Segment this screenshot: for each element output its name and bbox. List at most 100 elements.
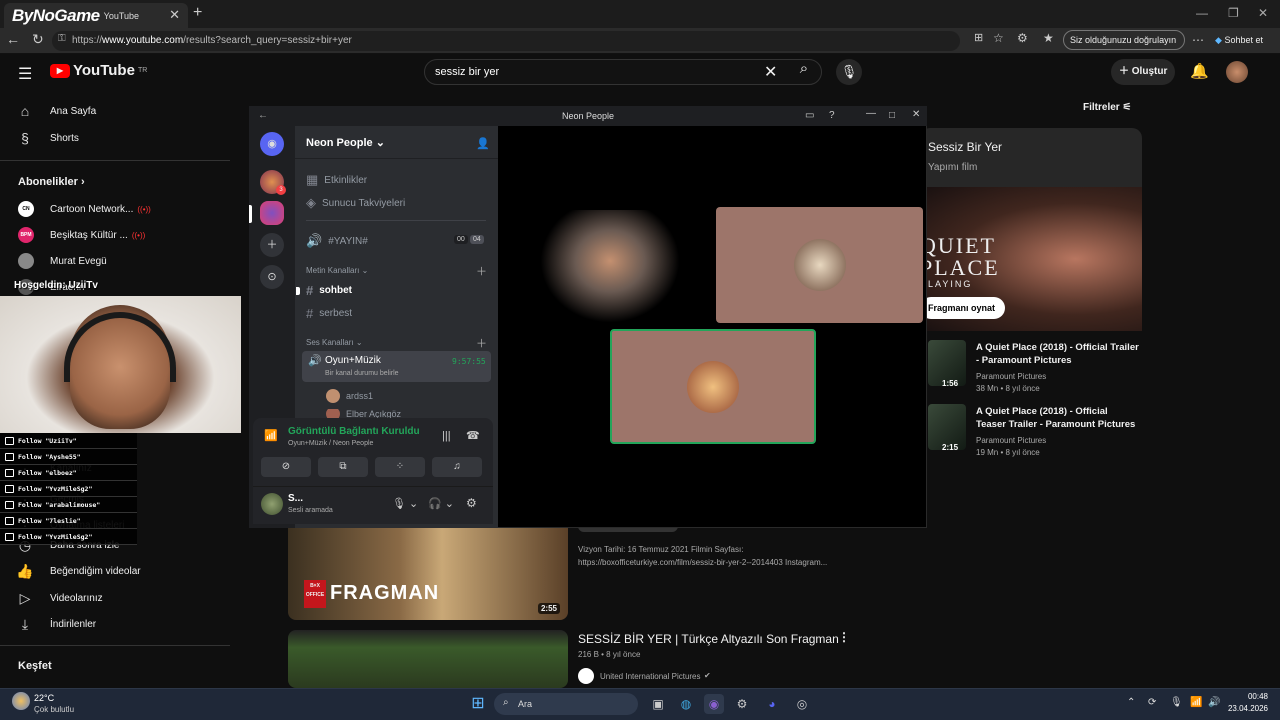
invite-people-icon[interactable]: 👤	[476, 137, 490, 150]
result-thumbnail[interactable]	[288, 630, 568, 688]
inbox-icon[interactable]: ▭	[805, 110, 814, 121]
favorites-icon[interactable]: ★	[1043, 31, 1054, 45]
connection-subtitle[interactable]: Oyun+Müzik / Neon People	[288, 440, 373, 447]
sync-icon[interactable]: ⟳	[1148, 697, 1156, 708]
extensions-icon[interactable]: ⚙	[1017, 31, 1028, 45]
video-tile-user[interactable]	[716, 207, 923, 323]
text-channels-category[interactable]: Metin Kanalları ⌄	[306, 266, 368, 275]
browser-tab[interactable]: ByNoGame YouTube ✕	[4, 3, 188, 28]
discord-home-icon[interactable]: ◉	[260, 132, 284, 156]
sidebar-item-downloads[interactable]: ⤓ İndirilenler	[0, 611, 200, 637]
notifications-icon[interactable]: 🔔	[1190, 62, 1209, 80]
reload-icon[interactable]: ↻	[32, 31, 44, 48]
back-icon[interactable]: ←	[6, 31, 20, 47]
favorite-star-icon[interactable]: ☆	[993, 31, 1004, 45]
weather-icon[interactable]	[12, 692, 30, 710]
add-server-icon[interactable]: ＋	[260, 233, 284, 257]
soundboard-button[interactable]: ♫	[432, 457, 482, 477]
clock-time[interactable]: 00:48	[1228, 692, 1268, 701]
mic-tray-icon[interactable]: 🎙	[1170, 697, 1183, 708]
related-video-channel[interactable]: Paramount Pictures	[976, 371, 1046, 383]
maximize-icon[interactable]: ❐	[1228, 6, 1239, 20]
sidebar-channel[interactable]: CN Cartoon Network... ((•))	[0, 196, 200, 222]
more-menu-icon[interactable]: ⋯	[1192, 33, 1204, 47]
create-button[interactable]: ＋ Oluştur	[1111, 59, 1175, 85]
channel-serbest[interactable]: # serbest	[306, 306, 352, 321]
start-icon[interactable]: ⊞	[468, 694, 488, 714]
volume-icon[interactable]: 🔊	[1208, 697, 1220, 708]
microphone-icon[interactable]: 🎙 ⌄	[392, 497, 418, 510]
video-tile-speaking-user[interactable]	[610, 329, 816, 444]
task-view-icon[interactable]: ▣	[648, 694, 668, 714]
headset-icon[interactable]: 🎧 ⌄	[428, 497, 454, 510]
steam-icon[interactable]: ⚙	[732, 694, 752, 714]
new-tab-icon[interactable]: +	[193, 4, 202, 22]
disconnect-icon[interactable]: ☎	[466, 429, 480, 442]
sidebar-item-your-videos[interactable]: ▷ Videolarınız	[0, 585, 200, 611]
channel-yayin[interactable]: 🔊 #YAYIN#	[306, 233, 368, 249]
edge-icon[interactable]: ◍	[676, 694, 696, 714]
noise-suppression-icon[interactable]: |||	[442, 430, 451, 442]
boosts-item[interactable]: ◈ Sunucu Takviyeleri	[306, 195, 405, 211]
discover-icon[interactable]: ⊙	[260, 265, 284, 289]
more-actions-icon[interactable]: ⋮	[838, 630, 850, 644]
back-arrow-icon[interactable]: ←	[258, 110, 268, 121]
filters-button[interactable]: Filtreler ⚟	[1083, 102, 1131, 113]
apps-icon[interactable]: ⊞	[974, 31, 983, 44]
site-info-icon[interactable]: ⚿	[58, 33, 66, 44]
channel-avatar[interactable]	[578, 668, 594, 684]
sidebar-channel[interactable]: BPM Beşiktaş Kültür ... ((•))	[0, 222, 200, 248]
search-input[interactable]: sessiz bir yer	[424, 59, 822, 85]
tray-chevron-icon[interactable]: ⌃	[1127, 697, 1135, 708]
verify-identity-button[interactable]: Siz olduğunuzu doğrulayın	[1063, 30, 1185, 50]
events-item[interactable]: ▦ Etkinlikler	[306, 172, 367, 188]
voice-channels-category[interactable]: Ses Kanalları ⌄	[306, 338, 363, 347]
clock-date[interactable]: 23.04.2026	[1222, 704, 1268, 713]
movie-poster[interactable]: QUIET PLACE PLAYING Fragmanı oynat	[920, 187, 1142, 331]
voice-search-icon[interactable]: 🎙	[836, 59, 862, 85]
subscriptions-heading[interactable]: Abonelikler ›	[18, 176, 85, 188]
minimize-icon[interactable]: —	[1196, 6, 1208, 20]
search-icon[interactable]: ⌕	[786, 60, 822, 84]
voice-user[interactable]: Elber Açıkgöz	[326, 409, 401, 418]
close-tab-icon[interactable]: ✕	[169, 7, 180, 23]
account-avatar[interactable]	[1226, 61, 1248, 83]
related-video-title[interactable]: A Quiet Place (2018) - Official Teaser T…	[976, 405, 1140, 431]
result-title[interactable]: SESSİZ BİR YER | Türkçe Altyazılı Son Fr…	[578, 632, 839, 646]
video-tile-camera[interactable]	[540, 210, 680, 323]
wifi-icon[interactable]: 📶	[1190, 697, 1202, 708]
voice-channel-oyun-muzik[interactable]: 🔊 Oyun+Müzik 9:57:55 Bir kanal durumu be…	[302, 351, 491, 382]
play-trailer-button[interactable]: Fragmanı oynat	[920, 297, 1006, 319]
sidebar-item-home[interactable]: ⌂ Ana Sayfa	[0, 98, 200, 124]
clear-search-icon[interactable]: ✕	[764, 62, 777, 82]
related-video-thumbnail[interactable]: 1:56	[928, 340, 966, 388]
camera-off-button[interactable]: ⊘	[261, 457, 311, 477]
help-icon[interactable]: ?	[829, 110, 835, 121]
server-name-button[interactable]: Neon People ⌄	[306, 136, 385, 149]
add-channel-icon[interactable]: ＋	[476, 263, 487, 279]
maximize-icon[interactable]: □	[889, 110, 895, 121]
user-settings-icon[interactable]: ⚙	[466, 496, 477, 510]
related-video-title[interactable]: A Quiet Place (2018) - Official Trailer …	[976, 341, 1140, 367]
result-thumbnail[interactable]: B×X OFFICE FRAGMAN 2:55	[288, 528, 568, 620]
user-avatar[interactable]	[261, 493, 283, 515]
channel-name[interactable]: United International Pictures	[600, 672, 701, 681]
sidebar-item-liked[interactable]: 👍 Beğendiğim videolar	[0, 558, 200, 584]
neon-people-server-icon[interactable]	[260, 201, 284, 225]
channel-sohbet[interactable]: # sohbet	[306, 283, 352, 298]
minimize-icon[interactable]: —	[866, 108, 876, 119]
youtube-logo[interactable]: ▶ YouTube TR	[50, 62, 147, 79]
twitch-app-icon[interactable]: ◉	[704, 694, 724, 714]
activities-button[interactable]: ⁘	[375, 457, 425, 477]
related-video-channel[interactable]: Paramount Pictures	[976, 435, 1046, 447]
menu-icon[interactable]: ☰	[18, 64, 32, 84]
sidebar-item-shorts[interactable]: § Shorts	[0, 125, 200, 151]
close-icon[interactable]: ✕	[912, 109, 920, 120]
related-video-thumbnail[interactable]: 2:15	[928, 404, 966, 452]
share-screen-button[interactable]: ⧉	[318, 457, 368, 477]
copilot-button[interactable]: ◆ Sohbet et	[1215, 30, 1263, 50]
add-channel-icon[interactable]: ＋	[476, 335, 487, 351]
discord-taskbar-icon[interactable]: ◕	[762, 694, 782, 714]
obs-icon[interactable]: ◎	[792, 694, 812, 714]
url-field[interactable]: https://www.youtube.com/results?search_q…	[52, 31, 960, 51]
